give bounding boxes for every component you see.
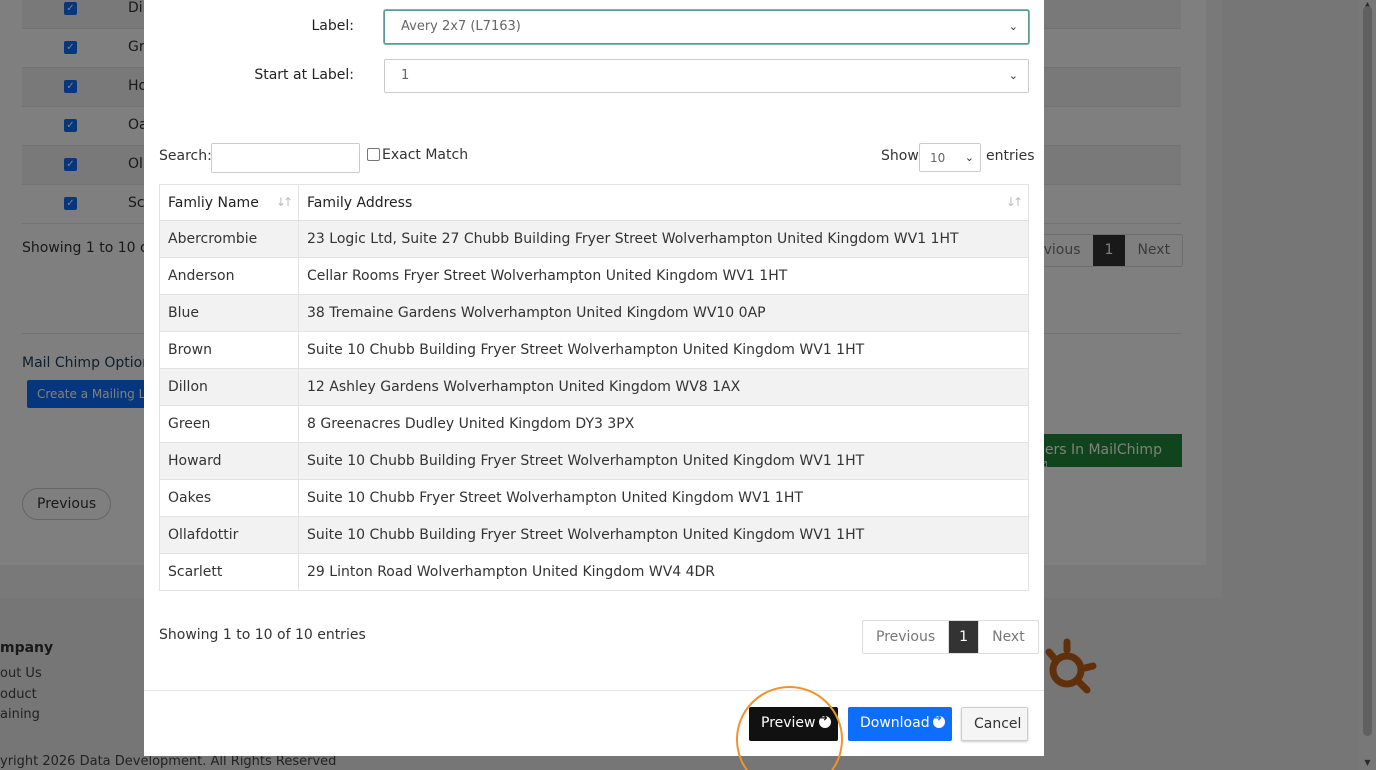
family-name-cell: Dillon [159,368,299,406]
sort-icon: ↓↑ [275,195,293,209]
start-at-label-value: 1 [401,68,410,83]
table-info: Showing 1 to 10 of 10 entries [159,627,366,643]
search-label: Search: [159,148,212,164]
family-address-cell: 29 Linton Road Wolverhampton United King… [298,553,1029,591]
family-name-cell: Brown [159,331,299,369]
family-name-cell: Blue [159,294,299,332]
family-address-cell: Suite 10 Chubb Building Fryer Street Wol… [298,331,1029,369]
preview-button[interactable]: Preview [749,707,838,741]
table-row[interactable]: Blue 38 Tremaine Gardens Wolverhampton Un… [159,294,1029,332]
label-field-label: Label: [311,18,355,34]
family-name-cell: Green [159,405,299,443]
preview-button-label: Preview [761,715,816,731]
table-row[interactable]: Dillon 12 Ashley Gardens Wolverhampton Un… [159,368,1029,406]
pager-page-1[interactable]: 1 [949,621,980,653]
family-name-cell: Ollafdottir [159,516,299,554]
chevron-down-icon: ⌄ [1008,20,1018,33]
family-table: Famliy Name ↓↑ Family Address ↓↑ Abercro… [159,184,1029,591]
cancel-button[interactable]: Cancel [961,707,1028,741]
start-at-label-select[interactable]: 1 ⌄ [384,59,1029,93]
family-address-cell: 12 Ashley Gardens Wolverhampton United K… [298,368,1029,406]
family-address-cell: 23 Logic Ltd, Suite 27 Chubb Building Fr… [298,220,1029,258]
table-row[interactable]: Scarlett 29 Linton Road Wolverhampton Uni… [159,553,1029,591]
family-name-cell: Howard [159,442,299,480]
arrow-circle-right-icon [932,713,945,728]
exact-match-checkbox[interactable] [367,148,380,161]
table-row[interactable]: Ollafdottir Suite 10 Chubb Building Fryer… [159,516,1029,554]
modal-footer: Preview Download Cancel [144,690,1044,756]
family-name-cell: Oakes [159,479,299,517]
family-address-cell: Suite 10 Chubb Building Fryer Street Wol… [298,442,1029,480]
column-header-family-address[interactable]: Family Address ↓↑ [298,184,1029,221]
chevron-down-icon: ⌄ [964,151,974,164]
sort-icon: ↓↑ [1005,195,1023,209]
family-address-cell: Suite 10 Chubb Building Fryer Street Wol… [298,516,1029,554]
family-address-cell: Suite 10 Chubb Fryer Street Wolverhampto… [298,479,1029,517]
table-row[interactable]: Oakes Suite 10 Chubb Fryer Street Wolverh… [159,479,1029,517]
show-label: Show [881,148,919,164]
family-name-cell: Anderson [159,257,299,295]
column-header-label: Famliy Name [168,194,259,211]
labels-modal: Label: Avery 2x7 (L7163) ⌄ Start at Labe… [144,0,1044,756]
label-select-value: Avery 2x7 (L7163) [401,19,521,34]
table-row[interactable]: Green 8 Greenacres Dudley United Kingdom … [159,405,1029,443]
label-select[interactable]: Avery 2x7 (L7163) ⌄ [384,10,1029,44]
download-button-label: Download [860,715,930,731]
entries-per-page-select[interactable]: 10 ⌄ [919,143,981,172]
download-button[interactable]: Download [848,707,952,741]
pager-previous[interactable]: Previous [863,621,950,653]
search-input[interactable] [211,143,360,173]
pager-next[interactable]: Next [979,621,1038,653]
table-pagination: Previous 1 Next [862,620,1039,654]
chevron-down-icon: ⌄ [1008,69,1018,82]
table-row[interactable]: Brown Suite 10 Chubb Building Fryer Stree… [159,331,1029,369]
exact-match-label[interactable]: Exact Match [382,147,468,163]
arrow-circle-right-icon [818,713,831,728]
entries-per-page-value: 10 [930,151,946,165]
family-address-cell: Cellar Rooms Fryer Street Wolverhampton … [298,257,1029,295]
family-name-cell: Scarlett [159,553,299,591]
family-name-cell: Abercrombie [159,220,299,258]
column-header-label: Family Address [307,194,413,211]
table-row[interactable]: Anderson Cellar Rooms Fryer Street Wolver… [159,257,1029,295]
table-row[interactable]: Howard Suite 10 Chubb Building Fryer Stre… [159,442,1029,480]
table-row[interactable]: Abercrombie 23 Logic Ltd, Suite 27 Chubb … [159,220,1029,258]
family-address-cell: 8 Greenacres Dudley United Kingdom DY3 3… [298,405,1029,443]
table-body: Abercrombie 23 Logic Ltd, Suite 27 Chubb … [159,220,1029,591]
table-header-row: Famliy Name ↓↑ Family Address ↓↑ [159,184,1029,221]
column-header-family-name[interactable]: Famliy Name ↓↑ [159,184,299,221]
family-address-cell: 38 Tremaine Gardens Wolverhampton United… [298,294,1029,332]
entries-label: entries [986,148,1035,164]
start-label-field-label: Start at Label: [254,67,354,83]
